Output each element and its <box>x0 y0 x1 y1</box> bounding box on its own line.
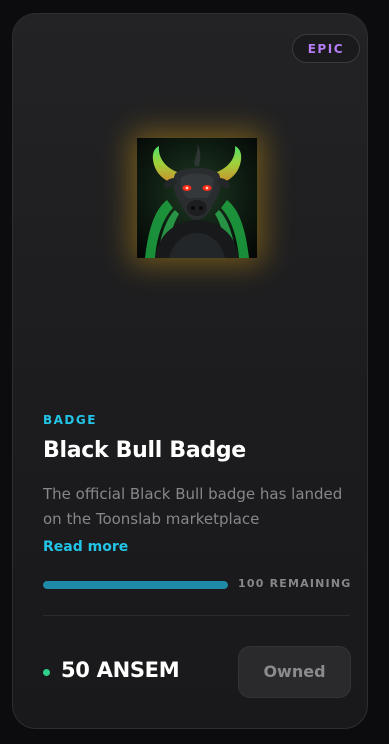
status-dot-icon <box>43 669 50 676</box>
remaining-count: 100 REMAINING <box>238 577 352 590</box>
rarity-badge: EPIC <box>291 34 360 63</box>
supply-progress-bar <box>43 581 228 589</box>
item-description: The official Black Bull badge has landed… <box>43 485 343 528</box>
item-title: Black Bull Badge <box>43 438 246 463</box>
supply-progress-fill <box>43 581 228 589</box>
divider <box>43 615 350 616</box>
item-category: BADGE <box>43 413 97 427</box>
owned-button[interactable]: Owned <box>238 646 351 698</box>
badge-artwork <box>137 138 257 258</box>
badge-card[interactable]: EPIC BADGE Black Bull Badge The official… <box>12 13 368 729</box>
read-more-link[interactable]: Read more <box>43 539 128 555</box>
black-bull-artwork-icon <box>137 138 257 258</box>
item-price: 50 ANSEM <box>61 658 180 682</box>
